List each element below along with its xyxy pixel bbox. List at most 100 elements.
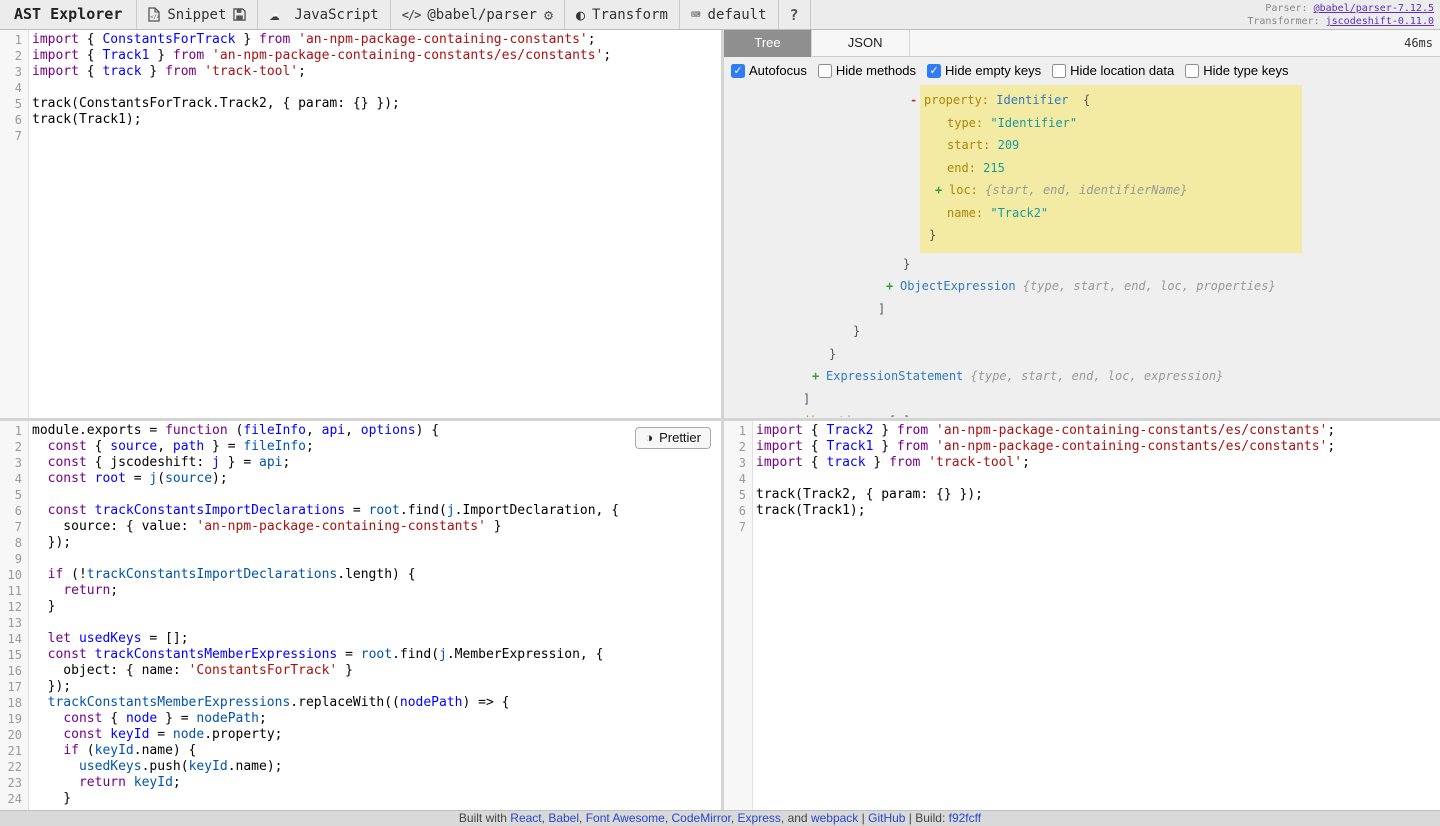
code-line: 7 xyxy=(724,519,1440,535)
tree-option-hide-location-data[interactable]: Hide location data xyxy=(1052,63,1174,78)
snippet-button[interactable]: </> Snippet xyxy=(137,0,259,29)
tab-tree[interactable]: Tree xyxy=(724,30,812,57)
tree-token: ] xyxy=(878,301,886,316)
help-button[interactable]: ? xyxy=(779,0,811,29)
code-line: 4 xyxy=(0,80,721,96)
code-line: 7 xyxy=(0,128,721,144)
source-code-editor[interactable]: 1 import { ConstantsForTrack } from 'an-n… xyxy=(0,30,721,418)
category-label: JavaScript xyxy=(294,6,379,23)
code-line: 16 object: { name: 'ConstantsForTrack' } xyxy=(0,663,721,679)
tree-token: } xyxy=(929,228,937,242)
checkbox[interactable] xyxy=(817,63,832,78)
tree-token: } xyxy=(853,324,861,338)
expand-toggle-icon[interactable]: + xyxy=(812,365,819,388)
transform-toggle[interactable]: ◐ Transform xyxy=(565,0,680,29)
tree-token: } xyxy=(829,346,837,361)
tree-node-line[interactable]: start: 209 xyxy=(920,134,1302,157)
gear-icon[interactable]: ⚙ xyxy=(544,6,553,24)
top-toolbar: AST Explorer </> Snippet ☁ ∞ JavaScript … xyxy=(0,0,1440,30)
tree-node-line[interactable]: directives: [ ] xyxy=(724,410,1440,417)
checkbox[interactable]: ✓ xyxy=(731,63,745,78)
tree-node-line[interactable]: - property: Identifier { xyxy=(910,89,1302,112)
line-number: 1 xyxy=(14,33,22,47)
node-type-link[interactable]: Identifier xyxy=(996,93,1068,107)
ast-tree-panel: Tree JSON 46ms ✓ Autofocus Hide methods ✓ Hi… xyxy=(724,30,1440,418)
tree-node-line[interactable]: + ObjectExpression {type, start, end, loc… xyxy=(724,275,1440,298)
line-number: 8 xyxy=(14,536,22,550)
tree-node-line[interactable]: } xyxy=(724,343,1440,366)
footer-link[interactable]: Font Awesome xyxy=(586,811,665,825)
expand-toggle-icon[interactable]: + xyxy=(886,275,893,298)
keymap-label: default xyxy=(707,6,767,23)
option-label: Autofocus xyxy=(749,63,807,78)
parser-button[interactable]: </> @babel/parser ⚙ xyxy=(391,0,565,29)
transformer-version-link[interactable]: jscodeshift-0.11.0 xyxy=(1326,16,1434,27)
footer-text: , and xyxy=(780,811,811,825)
checkbox[interactable]: ✓ xyxy=(927,63,942,78)
keymap-button[interactable]: ⌨ default xyxy=(680,0,779,29)
tree-node-line[interactable]: type: "Identifier" xyxy=(920,112,1302,135)
footer-link[interactable]: CodeMirror xyxy=(672,811,731,825)
line-number: 7 xyxy=(14,129,22,143)
code-line: 11 return; xyxy=(0,583,721,599)
footer-text: | Build: xyxy=(905,811,949,825)
footer-link[interactable]: webpack xyxy=(811,811,858,825)
footer-link[interactable]: GitHub xyxy=(868,811,905,825)
node-type-link[interactable]: ObjectExpression xyxy=(900,279,1016,293)
footer-text: Built with xyxy=(458,811,511,825)
save-icon[interactable] xyxy=(233,8,247,21)
tree-node-line[interactable]: + loc: {start, end, identifierName} xyxy=(920,179,1302,202)
line-number: 22 xyxy=(7,760,22,774)
tree-node-line[interactable]: ] xyxy=(724,298,1440,321)
tree-option-hide-methods[interactable]: Hide methods xyxy=(817,63,917,78)
tree-node-line[interactable]: } xyxy=(724,253,1440,276)
transform-output-editor[interactable]: 1 import { Track2 } from 'an-npm-package-… xyxy=(724,421,1440,810)
tree-node-line[interactable]: end: 215 xyxy=(920,157,1302,180)
code-line: 6 const trackConstantsImportDeclarations… xyxy=(0,503,721,519)
parser-version-link[interactable]: @babel/parser-7.12.5 xyxy=(1314,3,1434,14)
tree-token xyxy=(1016,279,1023,293)
line-number: 23 xyxy=(7,776,22,790)
ast-tree-view[interactable]: - property: Identifier {type: "Identifier… xyxy=(724,84,1440,417)
tree-option-autofocus[interactable]: ✓ Autofocus xyxy=(731,63,807,78)
tree-node-line[interactable]: name: "Track2" xyxy=(920,202,1302,225)
tree-token: 215 xyxy=(983,160,1005,175)
parser-transformer-info: Parser: @babel/parser-7.12.5 Transformer… xyxy=(1247,0,1440,29)
footer-link[interactable]: Express xyxy=(738,811,781,825)
footer-link[interactable]: React xyxy=(510,811,541,825)
line-number: 19 xyxy=(7,712,22,726)
tree-node-line[interactable]: ] xyxy=(724,388,1440,411)
footer-link[interactable]: f92fcff xyxy=(949,811,981,825)
line-number: 9 xyxy=(14,552,22,566)
code-line: 4 xyxy=(724,471,1440,487)
option-label: Hide type keys xyxy=(1203,63,1289,78)
keyboard-icon: ⌨ xyxy=(690,5,701,24)
prettier-toggle-button[interactable]: ◑ Prettier xyxy=(635,427,711,449)
node-type-link[interactable]: ExpressionStatement xyxy=(826,369,963,383)
code-icon: </> xyxy=(401,7,422,22)
tab-json[interactable]: JSON xyxy=(822,30,910,57)
tree-option-hide-empty-keys[interactable]: ✓ Hide empty keys xyxy=(927,63,1041,78)
checkbox[interactable] xyxy=(1052,63,1067,78)
option-label: Hide methods xyxy=(835,63,917,78)
app-title: AST Explorer xyxy=(0,0,138,29)
tree-node-line[interactable]: } xyxy=(724,320,1440,343)
line-number: 11 xyxy=(7,584,22,598)
expand-toggle-icon[interactable]: + xyxy=(935,179,942,202)
checkbox[interactable] xyxy=(1185,63,1200,78)
tree-option-hide-type-keys[interactable]: Hide type keys xyxy=(1185,63,1288,78)
line-number: 24 xyxy=(7,792,22,806)
footer-link[interactable]: Babel xyxy=(548,811,579,825)
code-line: 3 import { track } from 'track-tool'; xyxy=(724,455,1440,471)
line-number: 6 xyxy=(14,504,22,518)
tree-node-line[interactable]: } xyxy=(920,224,1302,247)
tree-token: [ ] xyxy=(881,414,911,417)
code-line: 4 const root = j(source); xyxy=(0,471,721,487)
code-line: 10 if (!trackConstantsImportDeclarations… xyxy=(0,567,721,583)
transform-code-editor[interactable]: 1 module.exports = function (fileInfo, ap… xyxy=(0,421,721,810)
collapse-toggle-icon[interactable]: - xyxy=(910,89,917,112)
category-button[interactable]: ☁ ∞ JavaScript xyxy=(258,0,391,29)
tree-node-line[interactable]: + ExpressionStatement {type, start, end, … xyxy=(724,365,1440,388)
snippet-label: Snippet xyxy=(167,6,227,23)
code-line: 9 xyxy=(0,551,721,567)
